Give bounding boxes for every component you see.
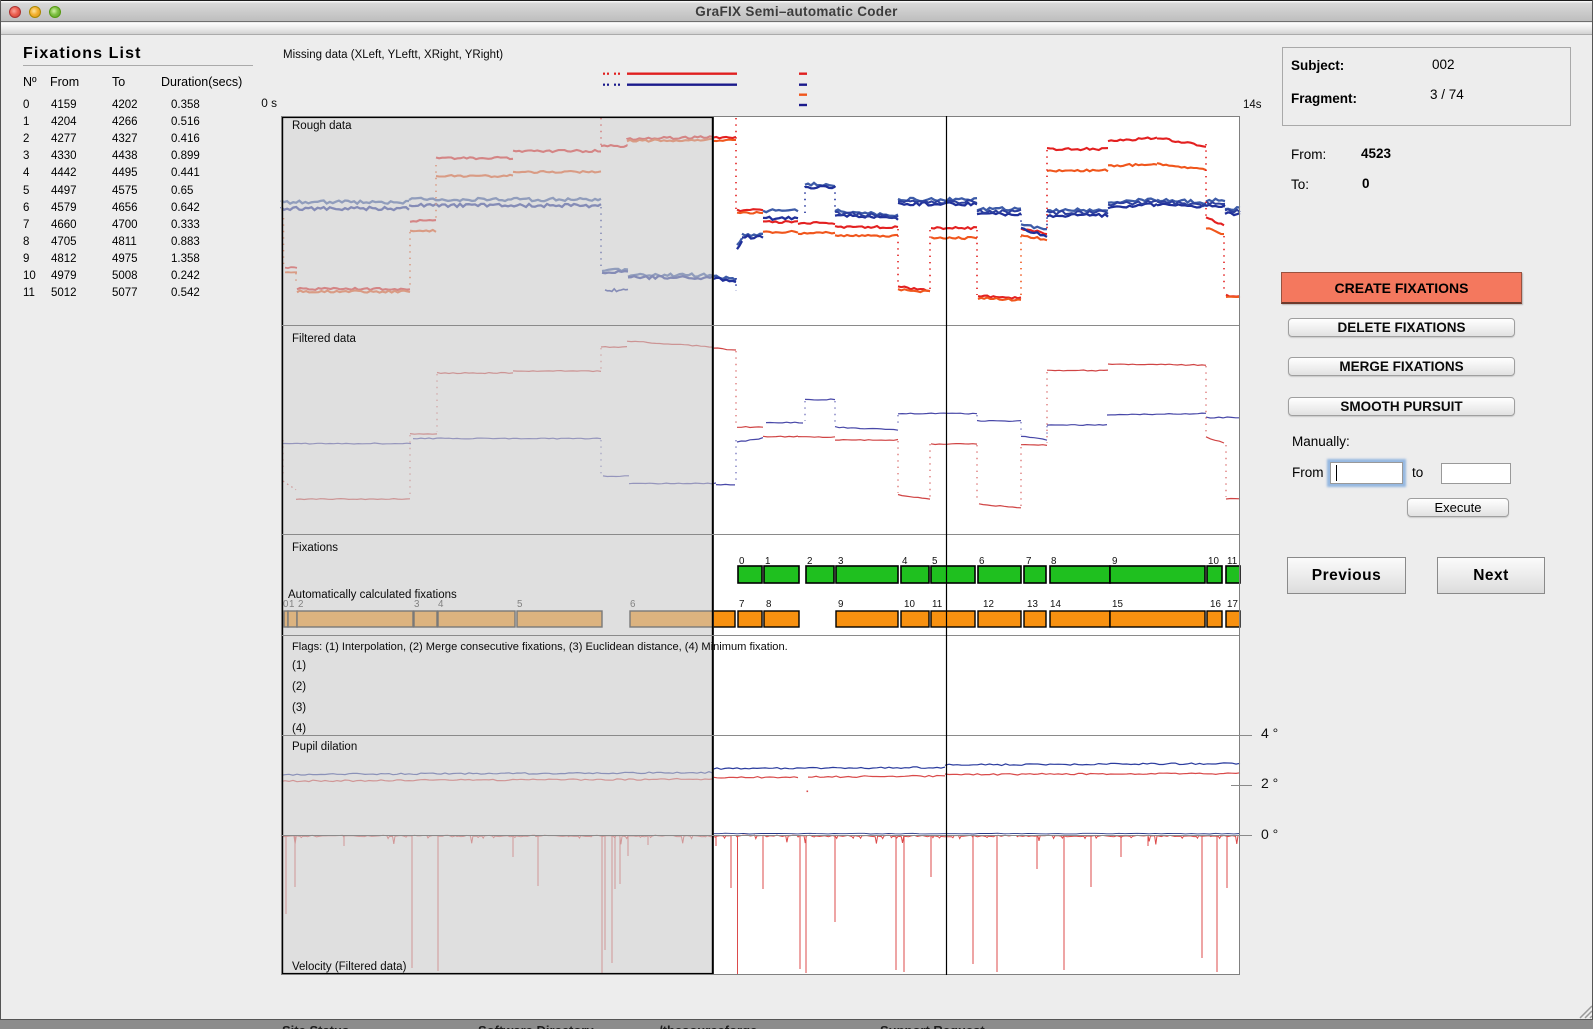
svg-text:Automatically calculated fixat: Automatically calculated fixations	[288, 589, 457, 601]
svg-text:Filtered data: Filtered data	[292, 333, 357, 345]
svg-text:Pupil dilation: Pupil dilation	[292, 741, 357, 753]
svg-text:Velocity (Filtered data): Velocity (Filtered data)	[292, 961, 407, 973]
svg-text:8: 8	[766, 599, 772, 610]
svg-text:14: 14	[1050, 599, 1061, 610]
svg-text:16: 16	[1210, 599, 1221, 610]
svg-text:0: 0	[739, 556, 745, 567]
svg-text:15: 15	[1112, 599, 1123, 610]
svg-text:4: 4	[902, 556, 908, 567]
svg-text:0 s: 0 s	[261, 96, 277, 110]
svg-text:17: 17	[1227, 599, 1238, 610]
svg-text:14s: 14s	[1243, 99, 1262, 111]
svg-text:Rough data: Rough data	[292, 120, 352, 132]
svg-text:Fixations: Fixations	[292, 542, 338, 554]
svg-text:5: 5	[932, 556, 938, 567]
svg-text:8: 8	[1051, 556, 1057, 567]
svg-text:Missing data (XLeft, YLeftt, X: Missing data (XLeft, YLeftt, XRight, YRi…	[283, 49, 503, 61]
svg-text:(3): (3)	[292, 702, 306, 714]
svg-text:1: 1	[765, 556, 770, 567]
svg-text:Flags: (1) Interpolation, (2): Flags: (1) Interpolation, (2) Merge cons…	[292, 641, 788, 653]
svg-text:7: 7	[1026, 556, 1031, 567]
svg-text:12: 12	[983, 599, 994, 610]
svg-text:7: 7	[739, 599, 744, 610]
svg-text:11: 11	[1227, 556, 1237, 567]
svg-text:(2): (2)	[292, 681, 306, 693]
svg-text:10: 10	[1208, 556, 1219, 567]
svg-text:2: 2	[807, 556, 812, 567]
svg-text:9: 9	[1112, 556, 1117, 567]
svg-text:(1): (1)	[292, 660, 306, 672]
svg-text:4 °: 4 °	[1261, 725, 1278, 741]
svg-text:11: 11	[932, 599, 942, 610]
svg-text:13: 13	[1027, 599, 1038, 610]
svg-text:6: 6	[979, 556, 985, 567]
svg-text:(4): (4)	[292, 723, 306, 735]
svg-text:10: 10	[904, 599, 915, 610]
svg-text:9: 9	[838, 599, 843, 610]
svg-text:2 °: 2 °	[1261, 775, 1278, 791]
svg-text:3: 3	[838, 556, 844, 567]
svg-text:0 °: 0 °	[1261, 826, 1278, 842]
